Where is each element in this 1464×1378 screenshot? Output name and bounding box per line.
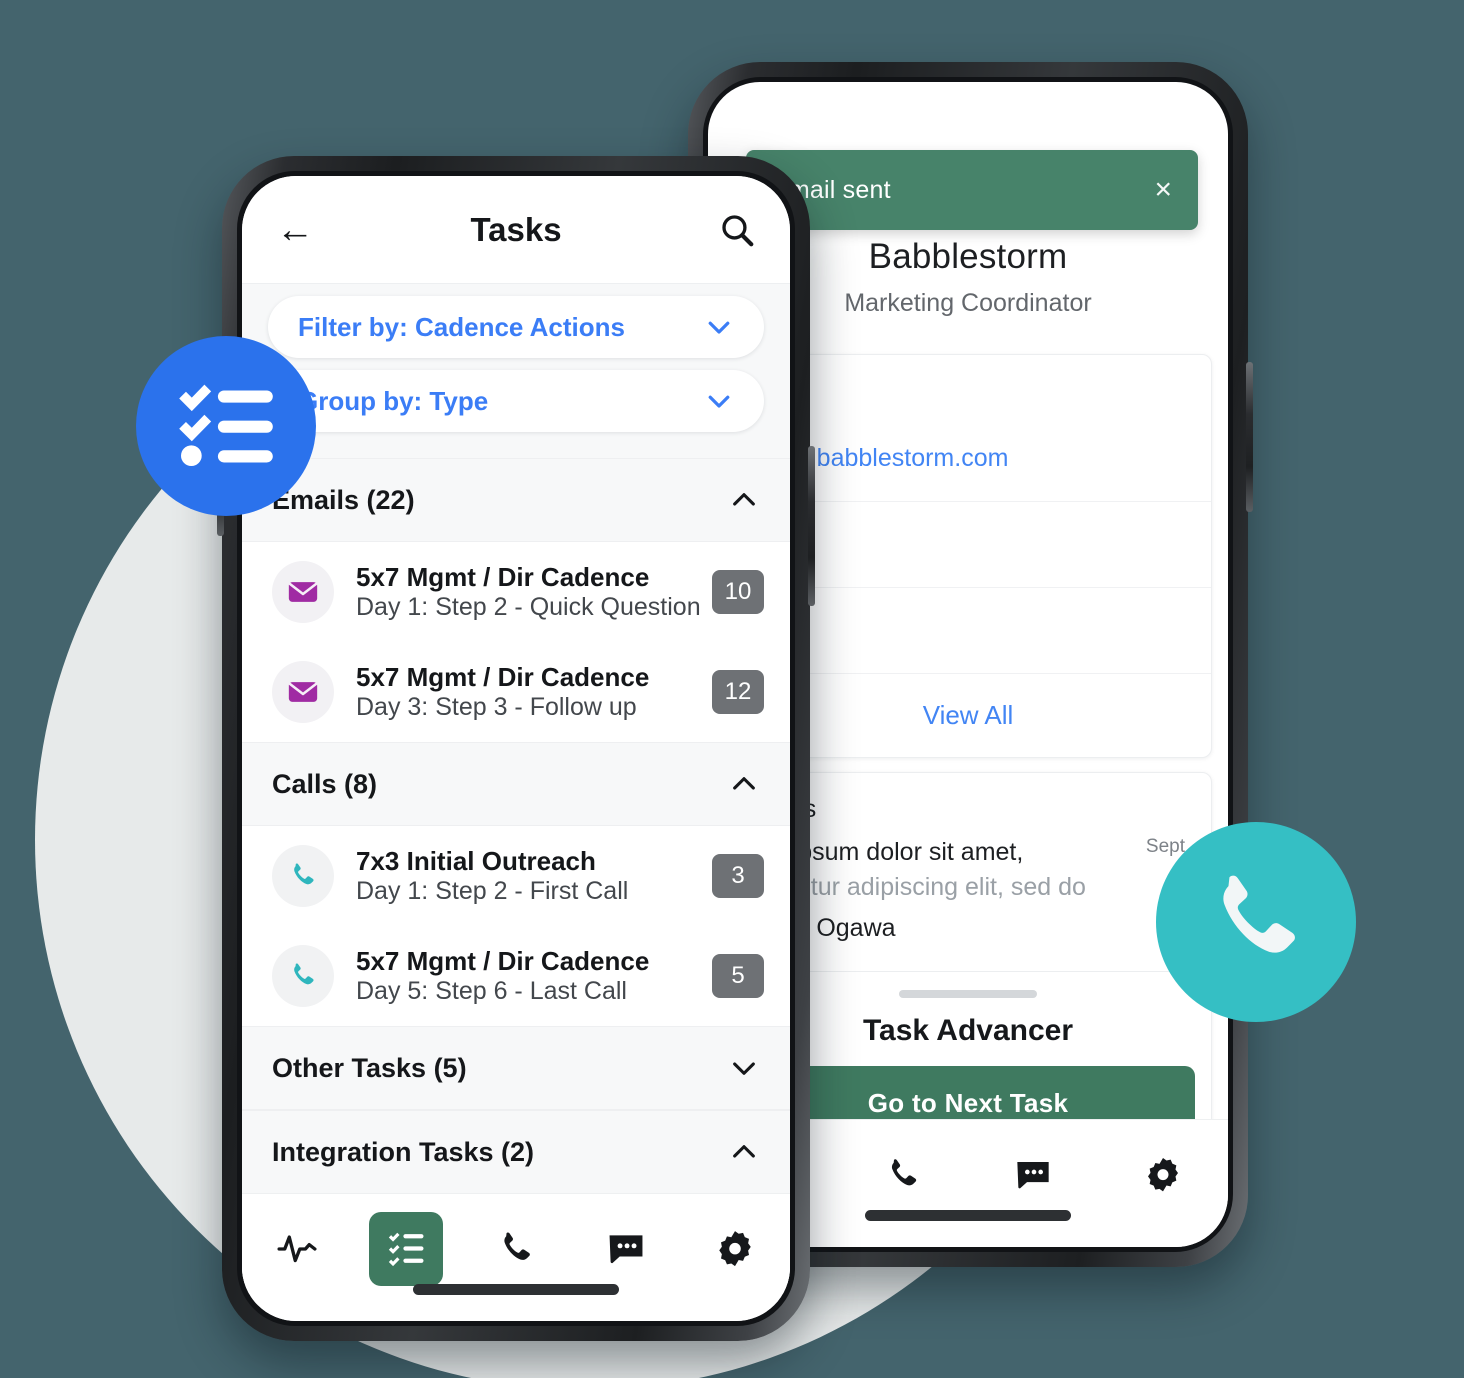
- email-sent-toast: Email sent ×: [746, 150, 1198, 230]
- task-row[interactable]: 7x3 Initial Outreach Day 1: Step 2 - Fir…: [242, 826, 790, 926]
- nav-activity-button[interactable]: [260, 1212, 334, 1286]
- task-count-badge: 10: [712, 570, 764, 614]
- task-row[interactable]: 5x7 Mgmt / Dir Cadence Day 1: Step 2 - Q…: [242, 542, 790, 642]
- activity-pulse-icon: [277, 1235, 317, 1263]
- group-label: Integration Tasks (2): [272, 1136, 535, 1167]
- chevron-down-icon: [704, 312, 734, 342]
- nav-settings-button[interactable]: [698, 1212, 772, 1286]
- task-row[interactable]: 5x7 Mgmt / Dir Cadence Day 5: Step 6 - L…: [242, 926, 790, 1026]
- task-count-badge: 3: [712, 854, 764, 898]
- close-icon[interactable]: ×: [1154, 175, 1172, 205]
- task-title: 5x7 Mgmt / Dir Cadence: [356, 946, 650, 976]
- nav-calls-button[interactable]: [479, 1212, 553, 1286]
- nav-tasks-button[interactable]: [369, 1212, 444, 1286]
- drag-handle[interactable]: [899, 990, 1037, 998]
- page-title: Tasks: [470, 210, 562, 248]
- chevron-down-icon: [728, 1052, 760, 1084]
- chevron-up-icon: [728, 484, 760, 516]
- nav-calls-button[interactable]: [866, 1138, 940, 1212]
- task-title: 5x7 Mgmt / Dir Cadence: [356, 562, 650, 592]
- group-label: Emails (22): [272, 484, 415, 515]
- task-subtitle: Day 3: Step 3 - Follow up: [356, 693, 637, 721]
- gear-icon: [719, 1231, 751, 1267]
- home-indicator: [413, 1284, 619, 1295]
- phone-right-power-button: [1246, 362, 1253, 512]
- task-count-badge: 12: [712, 670, 764, 714]
- group-by-dropdown[interactable]: Group by: Type: [268, 370, 764, 432]
- chat-bubble-icon: [609, 1235, 643, 1264]
- tasks-floating-badge: [136, 336, 316, 516]
- task-count-badge: 5: [712, 954, 764, 998]
- filter-by-label: Filter by: Cadence Actions: [298, 311, 625, 342]
- tasks-appbar: ← Tasks: [242, 176, 790, 284]
- chat-bubble-icon: [1017, 1162, 1049, 1189]
- group-header-calls[interactable]: Calls (8): [242, 742, 790, 826]
- task-subtitle: Day 1: Step 2 - First Call: [356, 877, 629, 905]
- phone-left-power-button: [808, 446, 815, 606]
- task-title: 7x3 Initial Outreach: [356, 846, 596, 876]
- checklist-icon: [179, 384, 273, 467]
- call-floating-badge: [1156, 822, 1356, 1022]
- home-indicator: [865, 1210, 1071, 1221]
- group-by-label: Group by: Type: [298, 385, 489, 416]
- task-row[interactable]: 5x7 Mgmt / Dir Cadence Day 3: Step 3 - F…: [242, 642, 790, 742]
- group-label: Other Tasks (5): [272, 1052, 467, 1083]
- group-label: Calls (8): [272, 768, 378, 799]
- envelope-icon: [272, 561, 334, 623]
- note-date: Sept: [1145, 836, 1185, 857]
- chevron-up-icon: [728, 1136, 760, 1168]
- note-text-line-2: sectetur adipiscing elit, sed do: [751, 873, 1086, 901]
- filter-by-dropdown[interactable]: Filter by: Cadence Actions: [268, 296, 764, 358]
- task-title: 5x7 Mgmt / Dir Cadence: [356, 662, 650, 692]
- nav-messages-button[interactable]: [996, 1138, 1070, 1212]
- tasks-phone-device: ← Tasks Filter by: Cadence Actions Group…: [217, 156, 815, 1341]
- phone-icon: [504, 1232, 530, 1260]
- phone-icon: [1223, 875, 1295, 953]
- search-icon[interactable]: [718, 211, 756, 249]
- nav-settings-button[interactable]: [1126, 1138, 1200, 1212]
- task-subtitle: Day 1: Step 2 - Quick Question: [356, 593, 701, 621]
- note-text-line-1: em ipsum dolor sit amet,: [751, 838, 1024, 866]
- checklist-icon: [389, 1232, 424, 1267]
- arrow-left-icon[interactable]: ←: [276, 211, 314, 249]
- phone-icon: [272, 845, 334, 907]
- chevron-down-icon: [704, 386, 734, 416]
- task-subtitle: Day 5: Step 6 - Last Call: [356, 977, 627, 1005]
- nav-messages-button[interactable]: [589, 1212, 663, 1286]
- envelope-icon: [272, 661, 334, 723]
- chevron-up-icon: [728, 768, 760, 800]
- filter-bar: Filter by: Cadence Actions Group by: Typ…: [242, 284, 790, 458]
- toast-message: Email sent: [772, 175, 891, 204]
- group-header-emails[interactable]: Emails (22): [242, 458, 790, 542]
- tasks-bottom-nav: [242, 1193, 790, 1321]
- phone-icon: [891, 1159, 917, 1186]
- group-header-other-tasks[interactable]: Other Tasks (5): [242, 1026, 790, 1110]
- gear-icon: [1148, 1158, 1178, 1192]
- tasks-screen: ← Tasks Filter by: Cadence Actions Group…: [242, 176, 790, 1321]
- phone-icon: [272, 945, 334, 1007]
- group-header-integration-tasks[interactable]: Integration Tasks (2): [242, 1110, 790, 1194]
- note-author: Sean Ogawa: [751, 914, 896, 942]
